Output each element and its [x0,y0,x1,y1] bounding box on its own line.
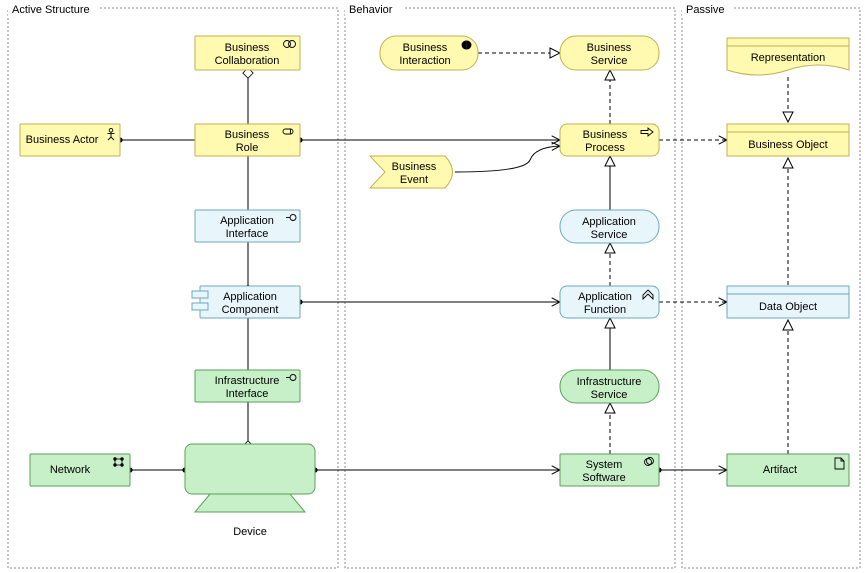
svg-text:Representation: Representation [751,52,826,64]
network[interactable]: Network [30,454,130,486]
svg-text:Business: Business [225,42,270,54]
svg-text:Business Object: Business Object [748,139,827,151]
business-process[interactable]: Business Process [560,124,659,156]
application-interface[interactable]: Application Interface [195,210,300,242]
infrastructure-service[interactable]: Infrastructure Service [560,370,659,403]
svg-text:Business: Business [392,161,437,173]
svg-text:Business: Business [587,42,632,54]
svg-text:Service: Service [591,55,628,67]
group-passive-label: Passive [686,4,725,16]
svg-text:Component: Component [222,304,279,316]
svg-text:Interface: Interface [226,228,269,240]
svg-text:Device: Device [233,526,267,538]
svg-text:Function: Function [584,304,626,316]
business-event[interactable]: Business Event [370,156,453,188]
application-service[interactable]: Application Service [560,210,659,243]
svg-text:System: System [586,459,623,471]
group-active-label: Active Structure [12,4,90,16]
svg-text:Service: Service [591,389,628,401]
infrastructure-interface[interactable]: Infrastructure Interface [195,370,300,402]
application-function[interactable]: Application Function [560,286,659,318]
group-behavior-label: Behavior [349,4,393,16]
application-component[interactable]: Application Component [192,286,300,318]
svg-text:Application: Application [220,215,274,227]
business-actor[interactable]: Business Actor [20,124,120,156]
svg-text:Application: Application [582,216,636,228]
archimate-diagram: Active Structure Behavior Passive [0,0,865,573]
svg-text:Business: Business [403,42,448,54]
svg-text:Application: Application [223,291,277,303]
svg-text:Software: Software [582,472,625,484]
business-role[interactable]: Business Role [195,124,300,156]
svg-text:Collaboration: Collaboration [215,55,280,67]
artifact[interactable]: Artifact [727,454,849,486]
business-service[interactable]: Business Service [560,36,659,70]
system-software[interactable]: System Software [560,454,659,486]
business-object[interactable]: Business Object [727,124,849,156]
svg-text:Business Actor: Business Actor [26,134,99,146]
business-collaboration[interactable]: Business Collaboration [195,36,300,70]
svg-text:Service: Service [591,229,628,241]
svg-text:Infrastructure: Infrastructure [577,376,642,388]
svg-text:Event: Event [400,174,428,186]
svg-text:Data Object: Data Object [759,301,817,313]
device[interactable]: Device [185,444,315,538]
edges [120,53,788,470]
svg-text:Network: Network [50,464,91,476]
svg-text:Interaction: Interaction [399,55,450,67]
svg-text:Application: Application [578,291,632,303]
svg-text:Interface: Interface [226,388,269,400]
business-interaction[interactable]: Business Interaction [380,36,478,70]
svg-text:Infrastructure: Infrastructure [215,375,280,387]
svg-text:Business: Business [225,129,270,141]
svg-text:Artifact: Artifact [763,464,797,476]
svg-text:Role: Role [236,142,259,154]
representation[interactable]: Representation [727,38,849,75]
svg-text:Business: Business [583,129,628,141]
svg-text:Process: Process [585,142,625,154]
data-object[interactable]: Data Object [727,286,849,318]
